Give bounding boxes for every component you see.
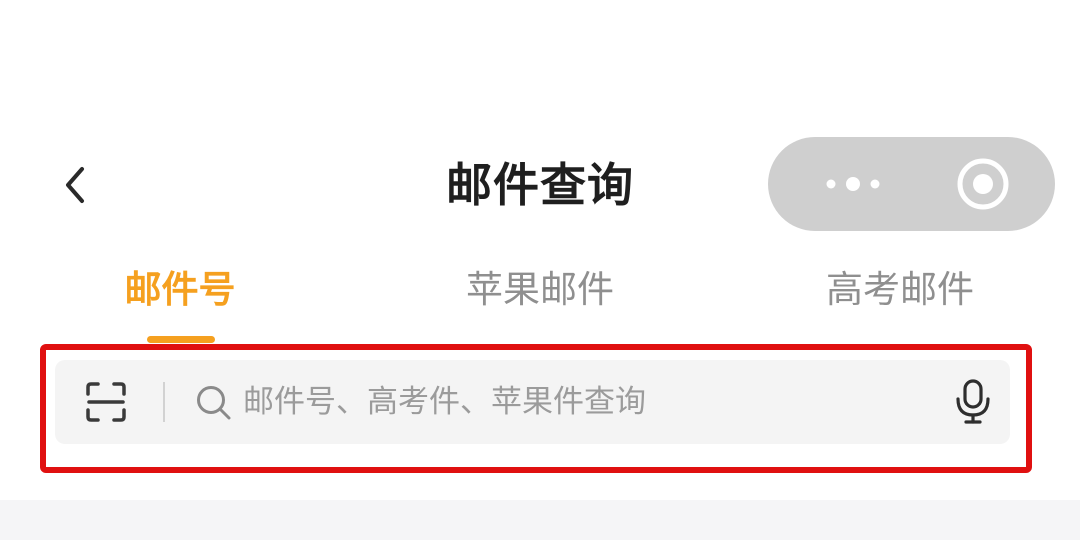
microphone-icon (956, 379, 990, 424)
more-button[interactable] (798, 159, 908, 209)
search-divider (163, 382, 165, 422)
voice-input-button[interactable] (948, 377, 998, 427)
back-button[interactable] (50, 160, 100, 210)
search-input[interactable] (243, 372, 923, 432)
content-area-background (0, 500, 1080, 540)
search-icon (193, 382, 235, 424)
page-title: 邮件查询 (446, 158, 634, 212)
capsule-menu (768, 137, 1055, 231)
tab-gaokao-mail[interactable]: 高考邮件 (810, 262, 990, 318)
chevron-left-icon (66, 167, 84, 203)
tab-mail-number[interactable]: 邮件号 (110, 262, 250, 318)
capsule-divider (911, 165, 912, 203)
tab-apple-mail[interactable]: 苹果邮件 (450, 262, 630, 318)
active-tab-indicator (147, 336, 215, 343)
target-circle-icon (957, 158, 1009, 210)
more-dots-icon (826, 177, 880, 191)
scan-icon (86, 382, 126, 422)
scan-button[interactable] (81, 377, 131, 427)
search-bar (55, 360, 1010, 444)
close-button[interactable] (953, 154, 1013, 214)
